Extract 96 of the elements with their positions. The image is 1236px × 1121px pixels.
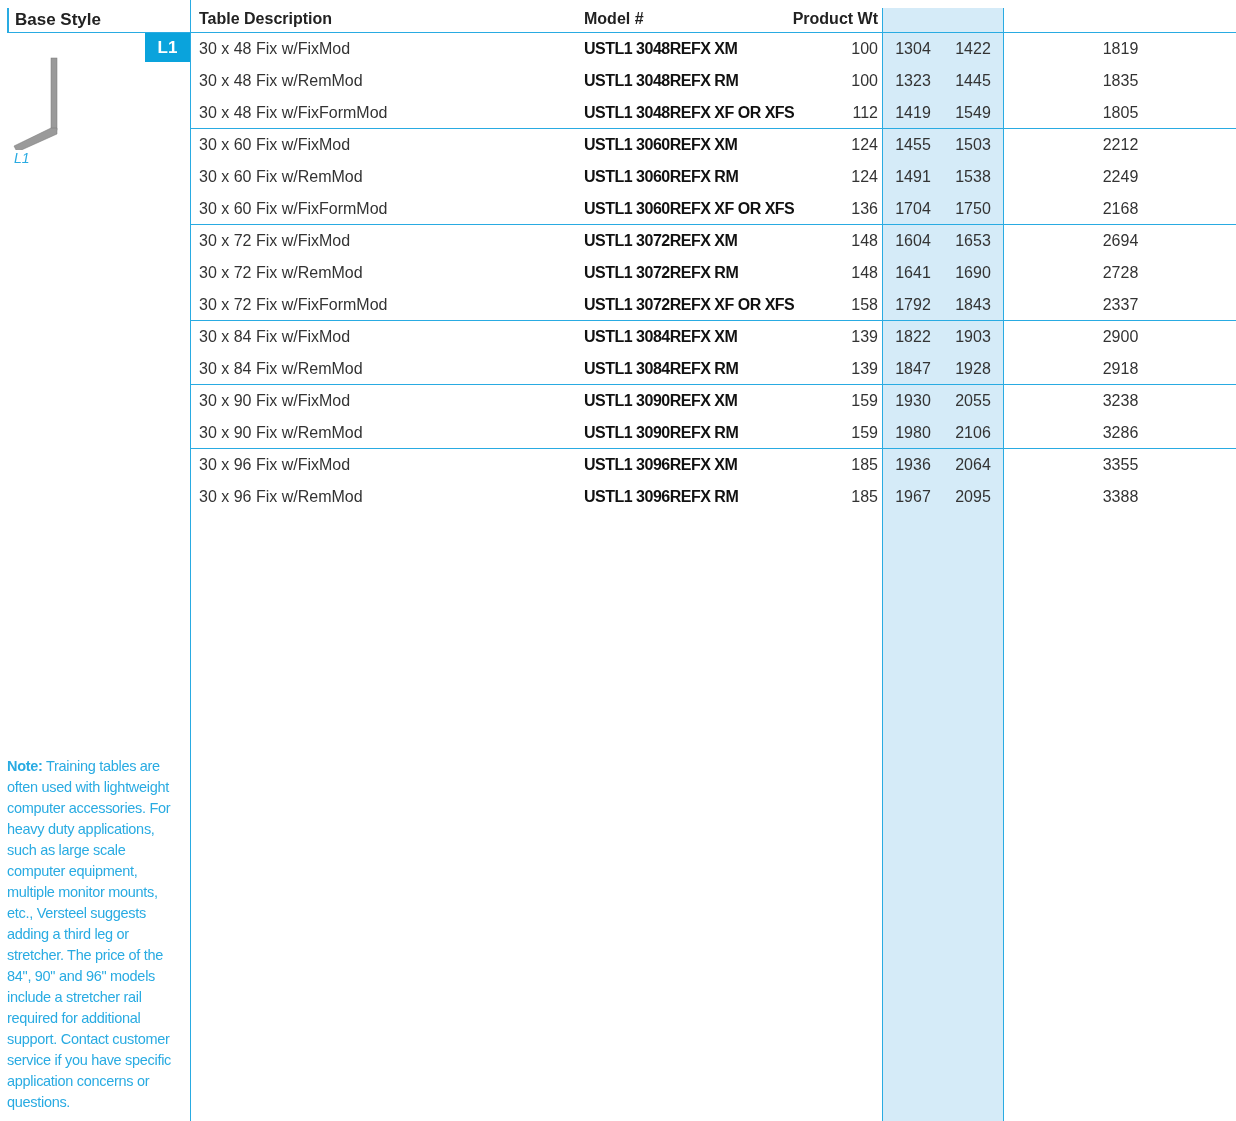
price-cell: 2106 <box>943 417 1004 448</box>
description-cell-text: 30 x 96 Fix w/FixMod <box>198 455 352 475</box>
weight-cell-text: 159 <box>850 422 879 443</box>
column-heading: Product Wt <box>791 9 879 29</box>
price-cell: 1704 <box>882 193 943 224</box>
model-cell-text: USTL1 3060REFX RM <box>583 167 740 187</box>
price-cell: 1304 <box>882 33 943 65</box>
description-cell-text: 30 x 96 Fix w/RemMod <box>198 487 364 507</box>
price-cell: 1538 <box>943 161 1004 193</box>
price-cell-text: 3286 <box>1101 422 1140 443</box>
price-cell: 1419 <box>882 97 943 128</box>
price-cell: 2064 <box>943 449 1004 481</box>
price-cell-text: 2168 <box>1101 198 1140 219</box>
description-cell-text: 30 x 72 Fix w/RemMod <box>198 263 364 283</box>
weight-cell-text: 124 <box>850 167 879 187</box>
price-cell: 1323 <box>882 65 943 97</box>
price-cell-text: 3238 <box>1101 391 1140 411</box>
price-cell-text: 2249 <box>1101 167 1140 187</box>
style-caption: L1 <box>14 150 30 166</box>
weight-cell-text: 100 <box>850 39 879 59</box>
price-cell: 1930 <box>882 385 943 417</box>
price-cell: 1903 <box>943 321 1004 353</box>
description-cell-text: 30 x 60 Fix w/FixFormMod <box>198 198 389 219</box>
price-cell-text: 2728 <box>1101 263 1140 283</box>
description-cell-text: 30 x 90 Fix w/FixMod <box>198 391 352 411</box>
weight-cell-text: 124 <box>850 135 879 155</box>
price-cell: 1928 <box>943 353 1004 384</box>
weight-cell-text: 112 <box>851 102 879 123</box>
model-cell-text: USTL1 3084REFX XM <box>583 327 739 347</box>
model-cell-text: USTL1 3048REFX RM <box>583 71 740 91</box>
price-cell: 1792 <box>882 289 943 320</box>
model-cell-text: USTL1 3072REFX RM <box>583 263 740 283</box>
price-cell: 2055 <box>943 385 1004 417</box>
model-cell-text: USTL1 3090REFX RM <box>583 422 740 443</box>
price-cell-text: 1805 <box>1101 102 1140 123</box>
price-cell: 1641 <box>882 257 943 289</box>
style-badge: L1 <box>145 33 190 62</box>
description-cell-text: 30 x 48 Fix w/FixFormMod <box>198 102 389 123</box>
price-cell-text: 2900 <box>1101 327 1140 347</box>
weight-cell-text: 139 <box>850 358 879 379</box>
price-cell: 1847 <box>882 353 943 384</box>
weight-cell-text: 139 <box>850 327 879 347</box>
model-cell-text: USTL1 3096REFX RM <box>583 487 740 507</box>
weight-cell-text: 158 <box>850 294 879 315</box>
price-cell: 1445 <box>943 65 1004 97</box>
price-cell: 1822 <box>882 321 943 353</box>
price-cell-text: 2337 <box>1101 294 1140 315</box>
price-cell: 1750 <box>943 193 1004 224</box>
price-cell: 1690 <box>943 257 1004 289</box>
description-cell-text: 30 x 90 Fix w/RemMod <box>198 422 364 443</box>
model-cell-text: USTL1 3060REFX XM <box>583 135 739 155</box>
weight-cell-text: 136 <box>850 198 879 219</box>
model-cell-text: USTL1 3048REFX XF OR XFS <box>583 102 796 123</box>
weight-cell-text: 185 <box>850 487 879 507</box>
price-cell: 1936 <box>882 449 943 481</box>
column-heading: Model # <box>583 9 645 29</box>
price-cell-text: 3388 <box>1101 487 1140 507</box>
description-cell-text: 30 x 48 Fix w/RemMod <box>198 71 364 91</box>
description-cell-text: 30 x 72 Fix w/FixFormMod <box>198 294 389 315</box>
model-cell-text: USTL1 3084REFX RM <box>583 358 740 379</box>
weight-cell-text: 148 <box>850 263 879 283</box>
model-cell-text: USTL1 3072REFX XM <box>583 231 739 251</box>
model-cell-text: USTL1 3048REFX XM <box>583 39 739 59</box>
price-cell-text: 3355 <box>1101 455 1140 475</box>
model-cell-text: USTL1 3060REFX XF OR XFS <box>583 198 796 219</box>
price-cell: 1422 <box>943 33 1004 65</box>
price-cell: 1503 <box>943 129 1004 161</box>
price-cell-text: 1819 <box>1101 39 1140 59</box>
price-cell-text: 2918 <box>1101 358 1140 379</box>
price-cell: 1980 <box>882 417 943 448</box>
model-cell-text: USTL1 3090REFX XM <box>583 391 739 411</box>
description-cell-text: 30 x 84 Fix w/RemMod <box>198 358 364 379</box>
weight-cell-text: 159 <box>850 391 879 411</box>
note-text: Note: Training tables are often used with lightweight computer accessories. For heavy duty applications, such as large scale computer equipment, multiple monitor mounts, etc., Versteel suggests adding a third leg or stretcher. The price of the 84", 90" and 96" models include a stretcher rail required for additional support. Contact customer service if you have specific application concerns or questions. <box>7 757 173 1112</box>
price-cell: 1604 <box>882 225 943 257</box>
price-cell: 1491 <box>882 161 943 193</box>
weight-cell-text: 100 <box>850 71 879 91</box>
weight-cell-text: 185 <box>850 455 879 475</box>
price-cell-text: 2212 <box>1101 135 1140 155</box>
description-cell-text: 30 x 72 Fix w/FixMod <box>198 231 352 251</box>
price-cell: 1455 <box>882 129 943 161</box>
weight-cell-text: 148 <box>850 231 879 251</box>
price-cell-text: 2694 <box>1101 231 1140 251</box>
description-cell-text: 30 x 60 Fix w/RemMod <box>198 167 364 187</box>
price-cell: 1843 <box>943 289 1004 320</box>
description-cell-text: 30 x 84 Fix w/FixMod <box>198 327 352 347</box>
column-heading: Table Description <box>198 9 334 29</box>
model-cell-text: USTL1 3096REFX XM <box>583 455 739 475</box>
price-cell: 1967 <box>882 481 943 513</box>
model-cell-text: USTL1 3072REFX XF OR XFS <box>583 294 796 315</box>
price-cell: 2095 <box>943 481 1004 513</box>
description-cell-text: 30 x 48 Fix w/FixMod <box>198 39 352 59</box>
price-cell: 1653 <box>943 225 1004 257</box>
price-cell-text: 1835 <box>1101 71 1140 91</box>
description-cell-text: 30 x 60 Fix w/FixMod <box>198 135 352 155</box>
price-cell: 1549 <box>943 97 1004 128</box>
